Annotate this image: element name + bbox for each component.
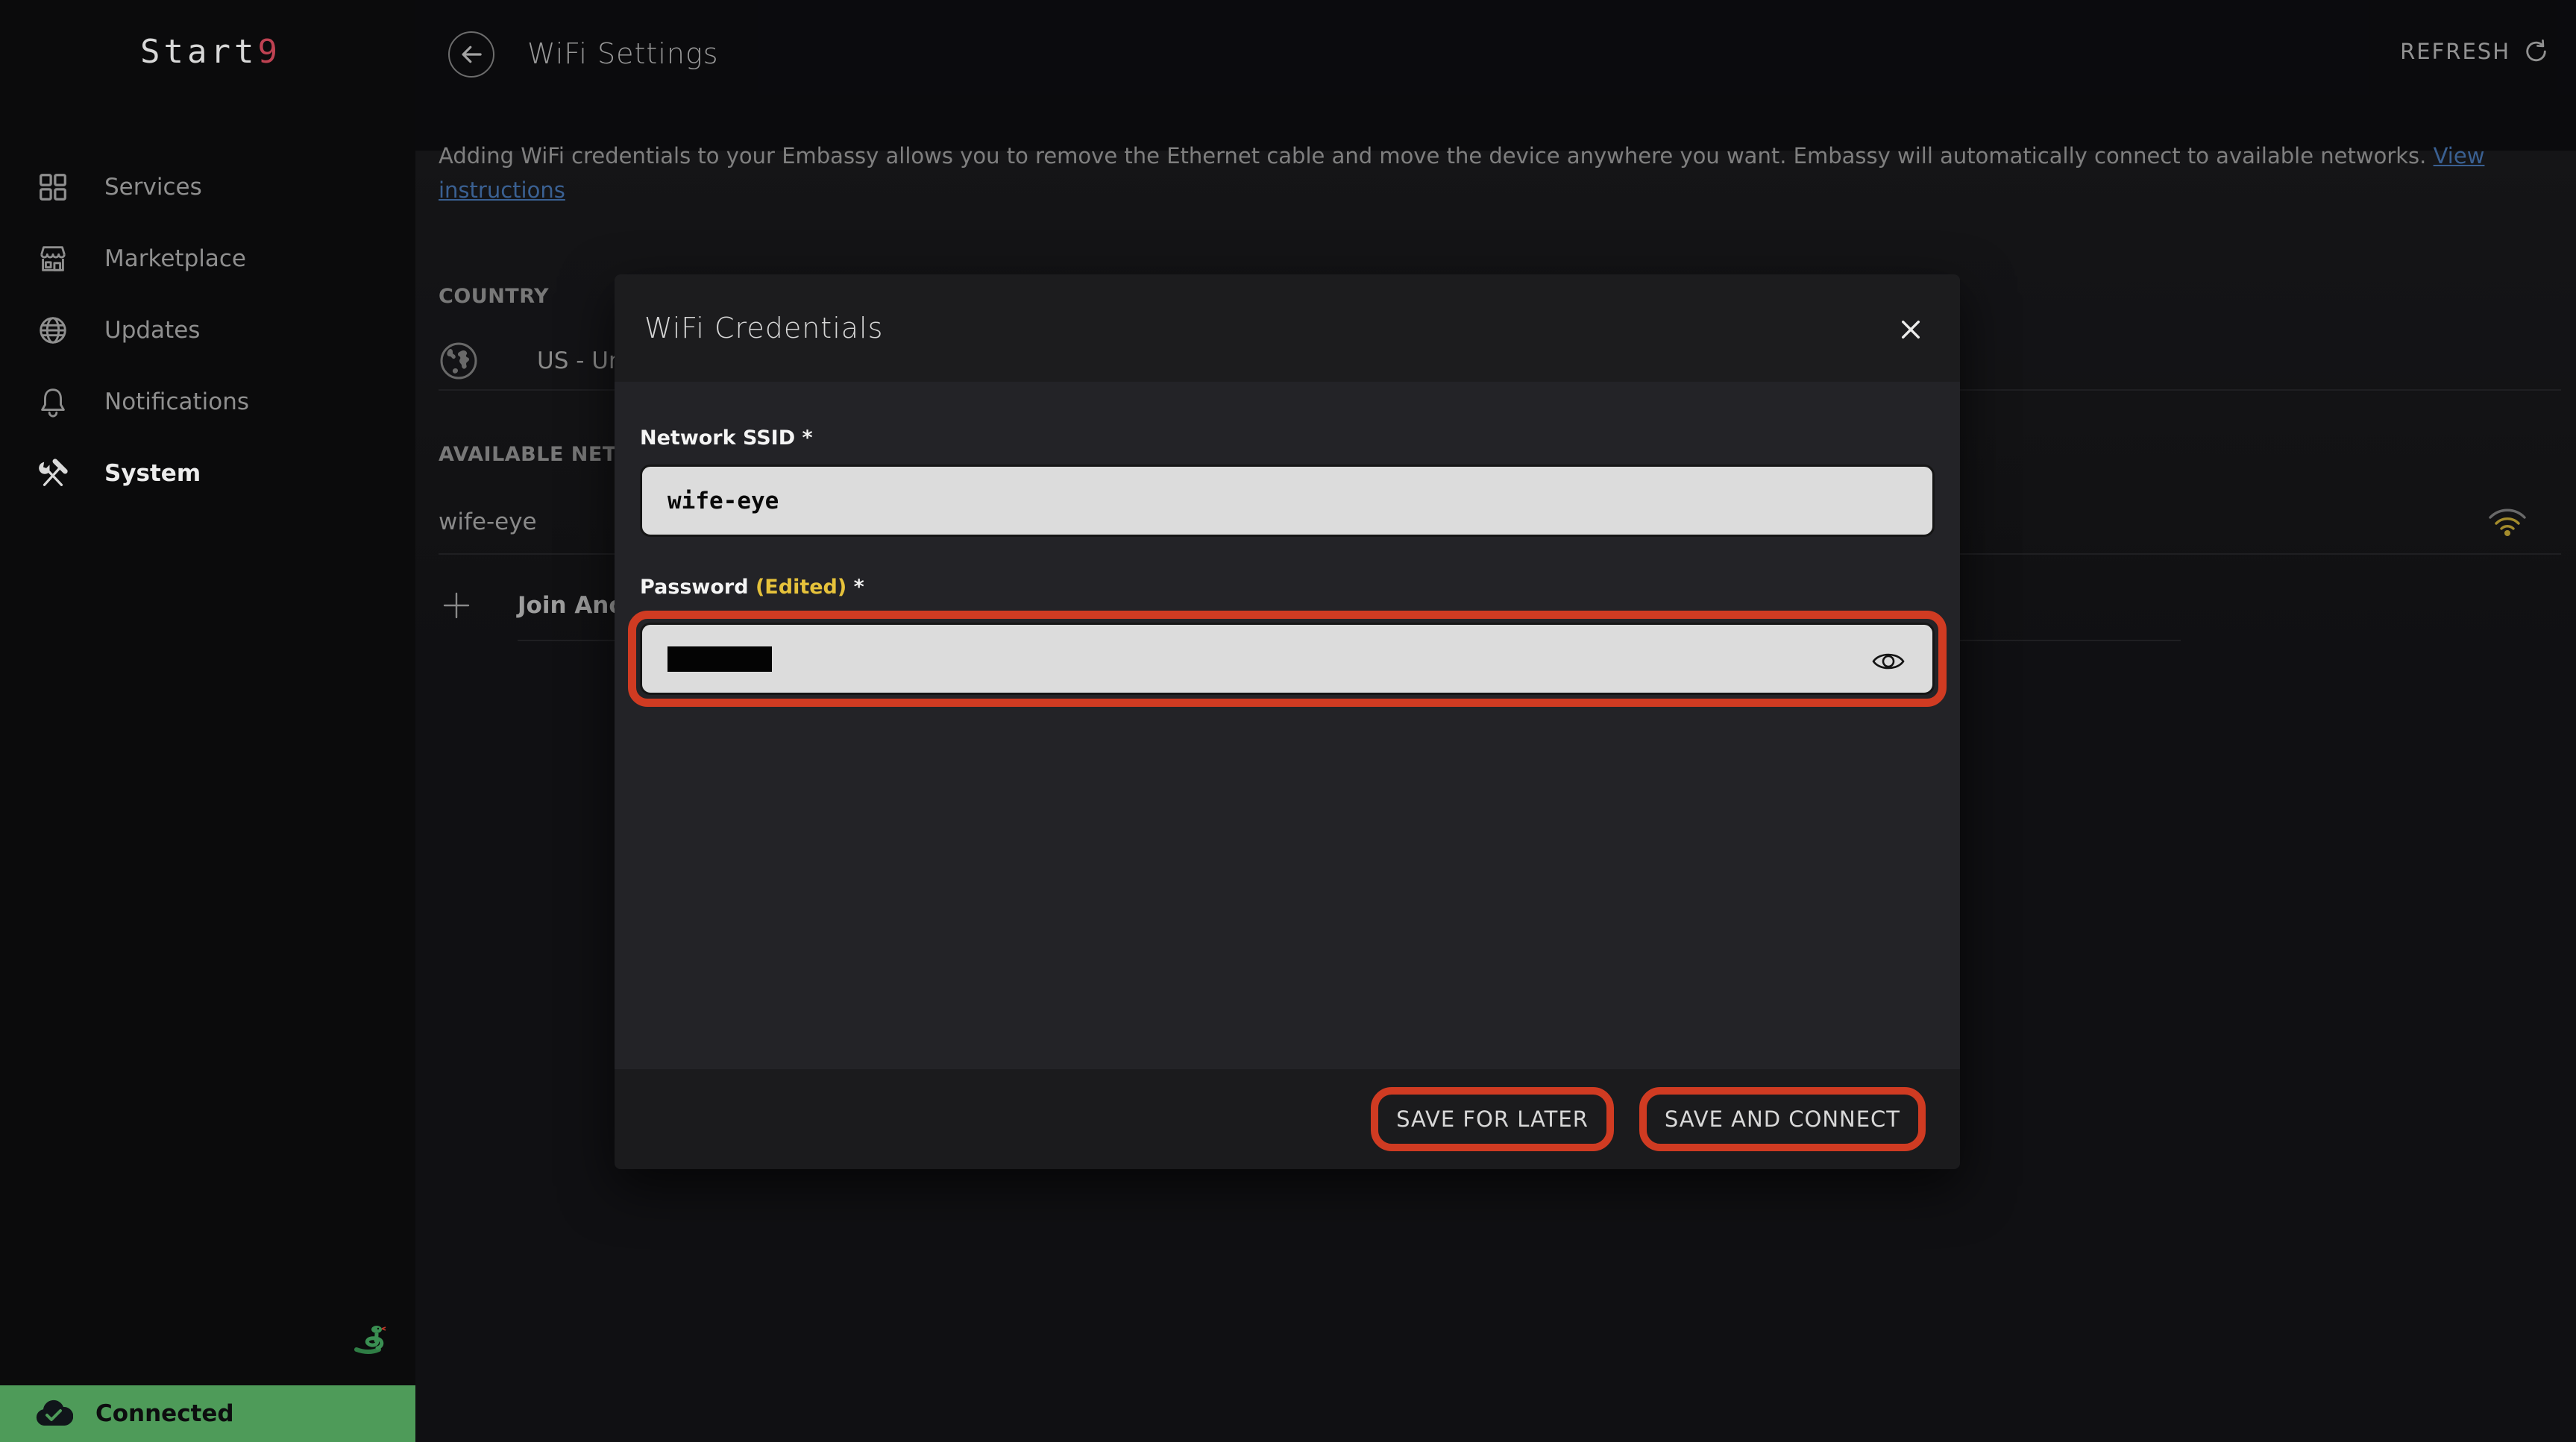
modal-body: Network SSID * wife-eye Password (Edited… [615,382,1960,1069]
sidebar-item-label: Services [104,174,202,201]
screen: Start9 Services [0,0,2576,1442]
sidebar-item-label: System [104,460,201,487]
edited-tag: (Edited) [755,576,846,599]
hammer-wrench-icon [36,456,70,491]
password-input[interactable] [640,623,1935,695]
bell-icon [36,385,70,419]
save-and-connect-highlight-ring: SAVE AND CONNECT [1639,1087,1926,1151]
password-field-label: Password (Edited) * [640,576,1935,599]
save-for-later-highlight-ring: SAVE FOR LATER [1371,1087,1614,1151]
sidebar-item-system[interactable]: System [0,438,415,509]
connection-status-label: Connected [95,1400,234,1427]
start9-logo: Start9 [140,33,281,71]
ssid-input[interactable]: wife-eye [640,465,1935,537]
sidebar-item-services[interactable]: Services [0,151,415,223]
sidebar-item-marketplace[interactable]: Marketplace [0,223,415,295]
sidebar-item-label: Notifications [104,388,249,415]
modal-title: WiFi Credentials [644,312,883,344]
wifi-credentials-modal: WiFi Credentials Network SSID * wife-eye… [615,274,1960,1169]
sidebar: Start9 Services [0,0,415,1442]
sidebar-item-notifications[interactable]: Notifications [0,366,415,438]
modal-header: WiFi Credentials [615,274,1960,382]
password-masked-value [667,646,772,672]
globe-icon [36,313,70,347]
storefront-icon [36,242,70,276]
main-area: WiFi Settings REFRESH Adding WiFi creden… [415,0,2576,1442]
snake-icon [349,1317,388,1356]
required-asterisk: * [854,576,864,599]
logo-accent: 9 [257,33,281,71]
save-and-connect-button[interactable]: SAVE AND CONNECT [1647,1095,1918,1144]
modal-footer: SAVE FOR LATER SAVE AND CONNECT [615,1069,1960,1169]
sidebar-item-label: Marketplace [104,245,246,272]
password-label-text: Password [640,576,749,599]
save-for-later-button[interactable]: SAVE FOR LATER [1378,1095,1606,1144]
sidebar-item-updates[interactable]: Updates [0,295,415,366]
password-highlight-ring [628,611,1947,707]
eye-icon[interactable] [1871,649,1906,673]
connection-status-bar: Connected [0,1385,415,1442]
sidebar-nav: Services Marketplace [0,151,415,509]
sidebar-item-label: Updates [104,317,200,344]
required-asterisk: * [802,426,813,450]
ssid-label-text: Network SSID [640,426,795,450]
grid-icon [36,170,70,204]
cloud-check-icon [34,1399,73,1429]
logo-text: Start [140,33,257,71]
ssid-field-label: Network SSID * [640,426,1935,450]
close-icon [1899,318,1923,341]
close-button[interactable] [1894,313,1927,346]
ssid-input-value: wife-eye [667,488,779,514]
